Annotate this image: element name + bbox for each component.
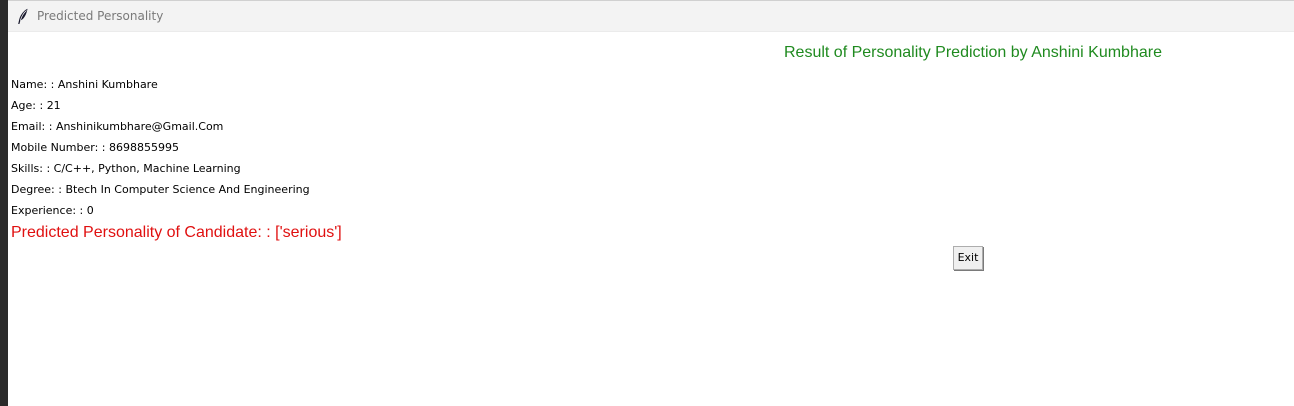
field-label: Degree: : [11, 183, 66, 196]
field-value: C/C++, Python, Machine Learning [53, 162, 241, 175]
field-label: Experience: : [11, 204, 87, 217]
field-label: Name: : [11, 78, 58, 91]
degree-field: Degree: : Btech In Computer Science And … [11, 183, 310, 196]
email-field: Email: : Anshinikumbhare@Gmail.Com [11, 120, 223, 133]
field-value: 8698855995 [108, 141, 179, 154]
skills-field: Skills: : C/C++, Python, Machine Learnin… [11, 162, 241, 175]
app-window: Predicted Personality Result of Personal… [8, 0, 1294, 406]
field-value: Anshini Kumbhare [57, 78, 158, 91]
prediction-label: Predicted Personality of Candidate: : [11, 224, 276, 241]
exit-button[interactable]: Exit [953, 246, 983, 270]
field-label: Age: : [11, 99, 47, 112]
field-value: 21 [46, 99, 61, 112]
field-label: Skills: : [11, 162, 54, 175]
mobile-number-field: Mobile Number: : 8698855995 [11, 141, 179, 154]
field-label: Email: : [11, 120, 56, 133]
field-value: Anshinikumbhare@Gmail.Com [55, 120, 224, 133]
experience-field: Experience: : 0 [11, 204, 94, 217]
result-heading: Result of Personality Prediction by Ansh… [784, 44, 1162, 61]
name-field: Name: : Anshini Kumbhare [11, 78, 158, 91]
prediction-value: ['serious'] [275, 224, 342, 241]
title-bar[interactable]: Predicted Personality [8, 1, 1294, 32]
feather-icon [17, 8, 29, 25]
field-value: Btech In Computer Science And Engineerin… [65, 183, 310, 196]
window-title: Predicted Personality [37, 9, 164, 23]
field-value: 0 [86, 204, 94, 217]
age-field: Age: : 21 [11, 99, 61, 112]
field-label: Mobile Number: : [11, 141, 109, 154]
predicted-personality: Predicted Personality of Candidate: : ['… [11, 224, 342, 242]
